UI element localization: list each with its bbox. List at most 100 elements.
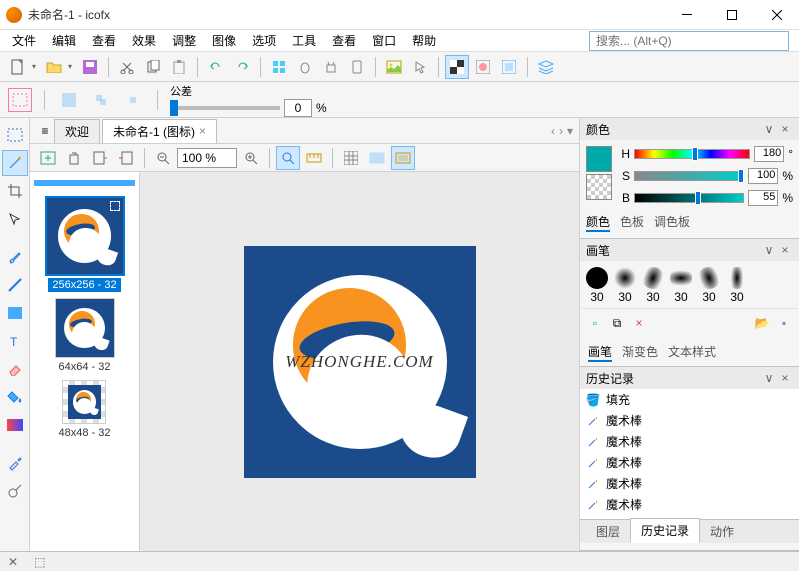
search-input[interactable] — [589, 31, 789, 51]
menu-view2[interactable]: 查看 — [324, 30, 364, 51]
cursor-icon[interactable] — [408, 55, 432, 79]
magic-wand-tool[interactable] — [2, 150, 28, 176]
text-tool[interactable]: T — [2, 328, 28, 354]
marquee-tool[interactable] — [2, 122, 28, 148]
history-item[interactable]: 魔术棒 — [580, 473, 799, 494]
menu-window[interactable]: 窗口 — [364, 30, 404, 51]
panel-collapse-icon[interactable]: ∨ — [761, 122, 777, 136]
brush-preset[interactable]: 30 — [698, 267, 720, 304]
redo-button[interactable] — [230, 55, 254, 79]
menu-view[interactable]: 查看 — [84, 30, 124, 51]
paste-button[interactable] — [167, 55, 191, 79]
brush-save-icon[interactable]: ▪ — [775, 311, 793, 335]
maximize-button[interactable] — [709, 0, 754, 30]
brush-preset[interactable]: 30 — [586, 267, 608, 304]
menu-tools[interactable]: 工具 — [284, 30, 324, 51]
sat-slider[interactable] — [634, 171, 744, 181]
panel-close-icon[interactable]: × — [777, 122, 793, 136]
zoom-input[interactable] — [177, 148, 237, 168]
history-item[interactable]: 魔术棒 — [580, 452, 799, 473]
bucket-tool[interactable] — [2, 384, 28, 410]
eyedropper-tool[interactable] — [2, 450, 28, 476]
brush-preset[interactable]: 30 — [726, 267, 748, 304]
selection-mode-icon[interactable] — [8, 88, 32, 112]
sel-sub-icon[interactable] — [89, 88, 113, 112]
undo-button[interactable] — [204, 55, 228, 79]
menu-help[interactable]: 帮助 — [404, 30, 444, 51]
win-icon[interactable] — [267, 55, 291, 79]
add-image-button[interactable] — [36, 146, 60, 170]
fg-swatch[interactable] — [586, 146, 612, 172]
grid-button[interactable] — [339, 146, 363, 170]
line-tool[interactable] — [2, 272, 28, 298]
tab-menu[interactable]: ▾ — [567, 124, 573, 138]
brush-preset[interactable]: 30 — [614, 267, 636, 304]
panel-close-icon[interactable]: × — [777, 371, 793, 385]
checker-a-icon[interactable] — [445, 55, 469, 79]
brush-tab-gradient[interactable]: 渐变色 — [622, 343, 658, 362]
tab-actions[interactable]: 动作 — [700, 520, 744, 543]
tab-prev[interactable]: ‹ — [551, 124, 555, 138]
tolerance-slider[interactable] — [170, 106, 280, 110]
thumb-64[interactable]: 64x64 - 32 — [55, 298, 115, 374]
tab-document[interactable]: 未命名-1 (图标)× — [102, 119, 217, 143]
thumb-256[interactable]: 256x256 - 32 — [45, 196, 125, 292]
import-button[interactable] — [88, 146, 112, 170]
mask-icon[interactable] — [471, 55, 495, 79]
ruler-button[interactable] — [302, 146, 326, 170]
open-button[interactable] — [42, 55, 66, 79]
brush-tab-brush[interactable]: 画笔 — [588, 343, 612, 362]
delete-image-button[interactable] — [62, 146, 86, 170]
sel-add-icon[interactable] — [57, 88, 81, 112]
panel-collapse-icon[interactable]: ∨ — [761, 243, 777, 257]
tab-welcome[interactable]: 欢迎 — [54, 119, 100, 143]
thumb-48[interactable]: 48x48 - 32 — [55, 380, 115, 440]
eraser-tool[interactable] — [2, 356, 28, 382]
brush-preset[interactable]: 30 — [642, 267, 664, 304]
zoom-out-button[interactable] — [151, 146, 175, 170]
crop-tool[interactable] — [2, 178, 28, 204]
history-item[interactable]: 魔术棒 — [580, 431, 799, 452]
sel-int-icon[interactable] — [121, 88, 145, 112]
menu-edit[interactable]: 编辑 — [44, 30, 84, 51]
save-button[interactable] — [78, 55, 102, 79]
menu-options[interactable]: 选项 — [244, 30, 284, 51]
tab-next[interactable]: › — [559, 124, 563, 138]
brush-open-icon[interactable]: 📂 — [753, 311, 771, 335]
color-tab-swatches[interactable]: 色板 — [620, 213, 644, 232]
image-icon[interactable] — [382, 55, 406, 79]
zoom-fit-button[interactable] — [276, 146, 300, 170]
hue-slider[interactable] — [634, 149, 750, 159]
new-button[interactable] — [6, 55, 30, 79]
tolerance-value[interactable]: 0 — [284, 99, 312, 117]
preview-b-button[interactable] — [391, 146, 415, 170]
checker-b-icon[interactable] — [497, 55, 521, 79]
panel-close-icon[interactable]: × — [777, 243, 793, 257]
rect-tool[interactable] — [2, 300, 28, 326]
apple-icon[interactable] — [293, 55, 317, 79]
menu-adjust[interactable]: 调整 — [164, 30, 204, 51]
menu-image[interactable]: 图像 — [204, 30, 244, 51]
history-item[interactable]: 🪣填充 — [580, 389, 799, 410]
color-tab-color[interactable]: 颜色 — [586, 213, 610, 232]
brush-tab-style[interactable]: 文本样式 — [668, 343, 716, 362]
history-item[interactable]: 魔术棒 — [580, 410, 799, 431]
tab-history[interactable]: 历史记录 — [630, 518, 700, 543]
preview-a-button[interactable] — [365, 146, 389, 170]
history-item[interactable]: 魔术棒 — [580, 494, 799, 515]
mobile-icon[interactable] — [345, 55, 369, 79]
close-button[interactable] — [754, 0, 799, 30]
gradient-tool[interactable] — [2, 412, 28, 438]
brush-preset[interactable]: 30 — [670, 267, 692, 304]
export-button[interactable] — [114, 146, 138, 170]
android-icon[interactable] — [319, 55, 343, 79]
menu-effect[interactable]: 效果 — [124, 30, 164, 51]
brush-dup-icon[interactable]: ⧉ — [608, 311, 626, 335]
zoom-in-button[interactable] — [239, 146, 263, 170]
canvas[interactable]: WZHONGHE.COM — [244, 246, 476, 478]
copy-button[interactable] — [141, 55, 165, 79]
color-tab-palette[interactable]: 调色板 — [654, 213, 690, 232]
panel-collapse-icon[interactable]: ∨ — [761, 371, 777, 385]
tab-close-icon[interactable]: × — [199, 124, 206, 138]
bg-swatch[interactable] — [586, 174, 612, 200]
